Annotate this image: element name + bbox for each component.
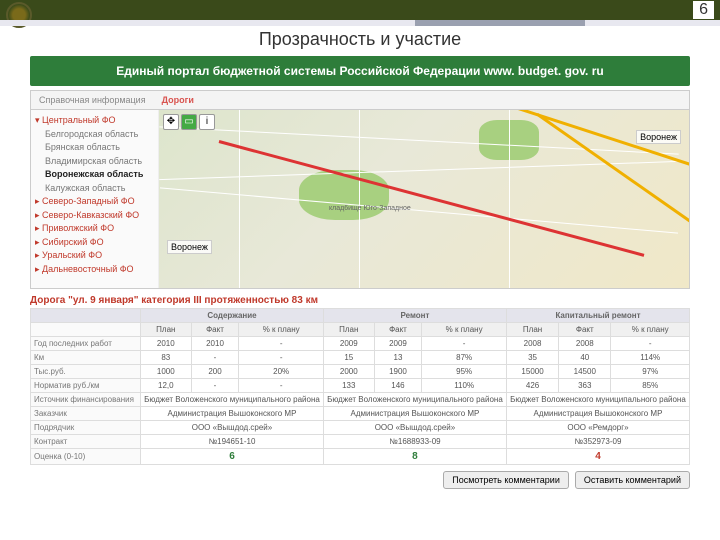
- map-tool-pan[interactable]: ✥: [163, 114, 179, 130]
- region-item[interactable]: Белгородская область: [35, 128, 154, 142]
- district-siberia[interactable]: Сибирский ФО: [35, 236, 154, 250]
- leave-comment-button[interactable]: Оставить комментарий: [575, 471, 690, 489]
- region-item-selected[interactable]: Воронежская область: [35, 168, 154, 182]
- region-item[interactable]: Брянская область: [35, 141, 154, 155]
- col-group-caprepair: Капитальный ремонт: [506, 309, 689, 323]
- portal-frame: Справочная информация Дороги Центральный…: [30, 90, 690, 289]
- city-label: Воронеж: [636, 130, 681, 144]
- region-item[interactable]: Владимирская область: [35, 155, 154, 169]
- tab-bar: Справочная информация Дороги: [31, 91, 689, 110]
- data-table: Содержание Ремонт Капитальный ремонт Пла…: [30, 308, 690, 465]
- district-nw[interactable]: Северо-Западный ФО: [35, 195, 154, 209]
- district-nc[interactable]: Северо-Кавказский ФО: [35, 209, 154, 223]
- district-ural[interactable]: Уральский ФО: [35, 249, 154, 263]
- map-tool-info[interactable]: i: [199, 114, 215, 130]
- city-label: Воронеж: [167, 240, 212, 254]
- map-tool-select[interactable]: ▭: [181, 114, 197, 130]
- view-comments-button[interactable]: Посмотреть комментарии: [443, 471, 569, 489]
- district-central[interactable]: Центральный ФО: [35, 114, 154, 128]
- region-sidebar: Центральный ФО Белгородская область Брян…: [31, 110, 159, 288]
- action-buttons: Посмотреть комментарии Оставить коммента…: [30, 471, 690, 489]
- col-group-repair: Ремонт: [323, 309, 506, 323]
- region-item[interactable]: Калужская область: [35, 182, 154, 196]
- district-volga[interactable]: Приволжский ФО: [35, 222, 154, 236]
- col-group-maint: Содержание: [141, 309, 324, 323]
- tab-reference[interactable]: Справочная информация: [31, 91, 154, 109]
- district-fareast[interactable]: Дальневосточный ФО: [35, 263, 154, 277]
- map-tools: ✥ ▭ i: [163, 114, 215, 130]
- tab-roads[interactable]: Дороги: [154, 91, 202, 109]
- top-bar: 6: [0, 0, 720, 20]
- portal-banner: Единый портал бюджетной системы Российск…: [30, 56, 690, 86]
- page-number: 6: [693, 1, 714, 19]
- map-view[interactable]: Воронеж Воронеж клад6ище Юго-Западное ✥ …: [159, 110, 689, 288]
- slide-title: Прозрачность и участие: [0, 20, 720, 52]
- road-title: Дорога "ул. 9 января" категория III прот…: [30, 295, 690, 306]
- area-label: клад6ище Юго-Западное: [329, 205, 411, 212]
